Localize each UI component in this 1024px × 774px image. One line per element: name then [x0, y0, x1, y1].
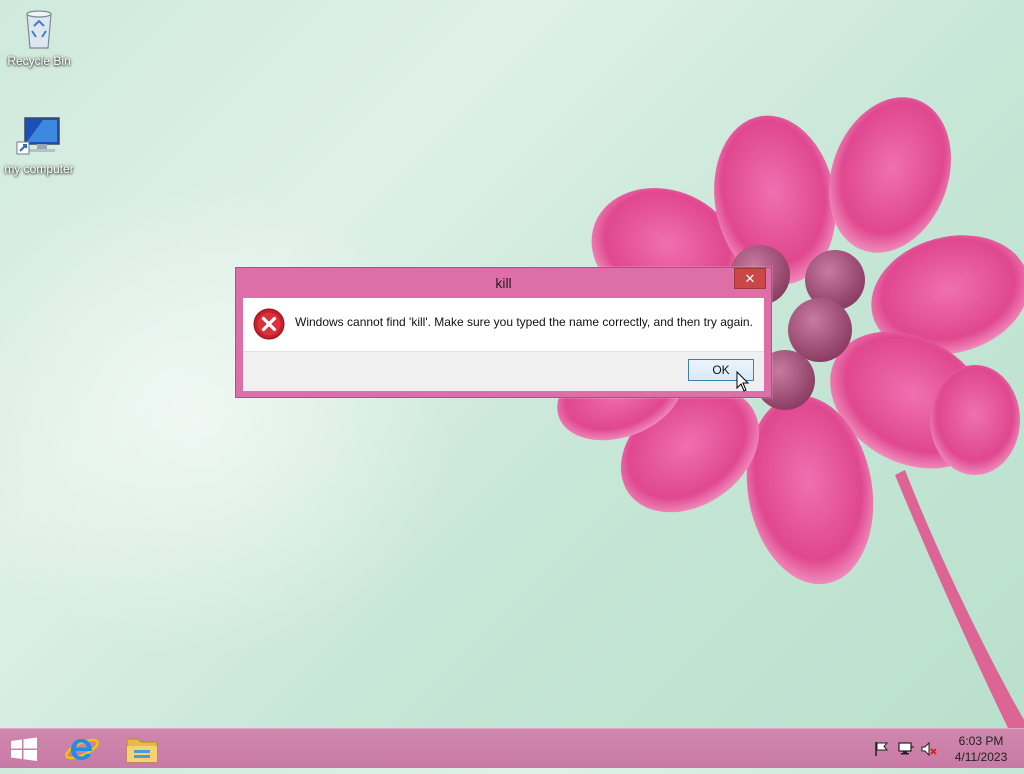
- error-icon: [253, 308, 285, 340]
- close-button[interactable]: ✕: [734, 268, 766, 289]
- volume-muted-icon[interactable]: [921, 741, 939, 757]
- network-icon[interactable]: [897, 741, 915, 757]
- dialog-content: Windows cannot find 'kill'. Make sure yo…: [243, 298, 764, 351]
- start-button[interactable]: [0, 729, 48, 769]
- file-explorer-button[interactable]: [116, 729, 168, 769]
- flag-icon[interactable]: [873, 741, 891, 757]
- dialog-title: kill: [495, 275, 512, 291]
- clock-time: 6:03 PM: [958, 734, 1004, 748]
- mouse-cursor-icon: [736, 371, 750, 392]
- dialog-body: Windows cannot find 'kill'. Make sure yo…: [243, 298, 764, 391]
- folder-icon: [126, 738, 158, 763]
- desktop-icon-my-computer[interactable]: my computer: [1, 112, 77, 176]
- desktop-icon-recycle-bin[interactable]: Recycle Bin: [1, 4, 77, 68]
- computer-icon: [15, 112, 63, 160]
- internet-explorer-button[interactable]: [56, 729, 108, 769]
- clock-date: 4/11/2023: [954, 750, 1008, 764]
- windows-logo-icon: [11, 737, 37, 761]
- taskbar: 6:03 PM 4/11/2023: [0, 728, 1024, 768]
- dialog-footer: OK: [243, 351, 764, 391]
- recycle-bin-icon: [15, 4, 63, 52]
- desktop-icon-label: my computer: [4, 162, 74, 176]
- error-dialog: kill ✕ Windows cannot find 'kill'. Make …: [235, 267, 772, 398]
- internet-explorer-icon: [65, 738, 99, 760]
- desktop-icon-label: Recycle Bin: [7, 54, 71, 68]
- system-clock[interactable]: 6:03 PM 4/11/2023: [948, 733, 1014, 765]
- dialog-titlebar[interactable]: kill ✕: [236, 268, 771, 298]
- error-message: Windows cannot find 'kill'. Make sure yo…: [295, 315, 753, 329]
